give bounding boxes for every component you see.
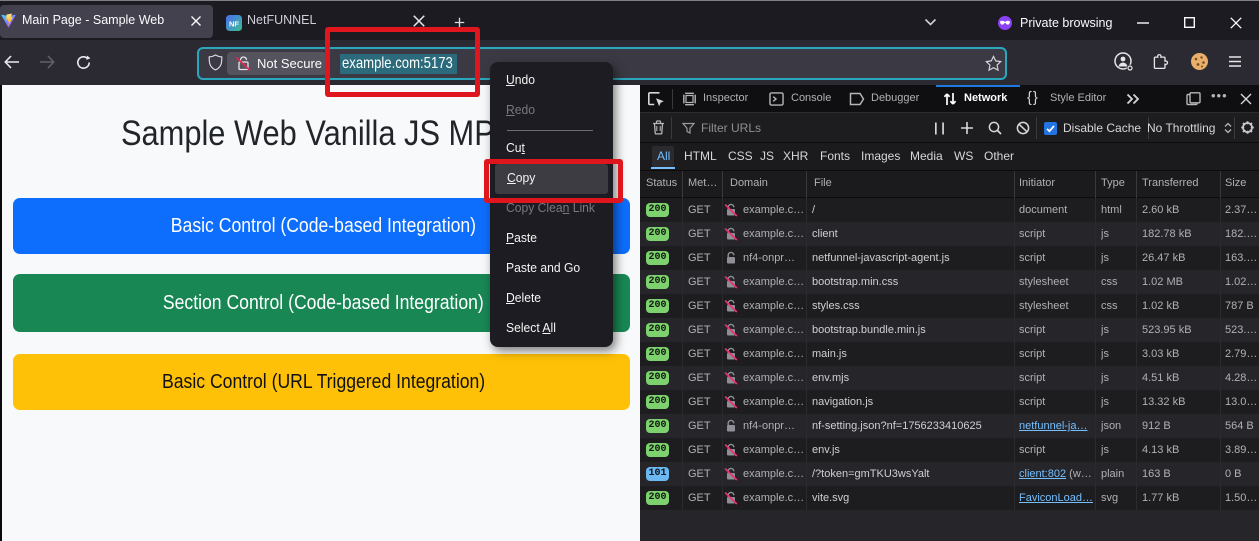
svg-text:NF: NF bbox=[229, 20, 239, 29]
